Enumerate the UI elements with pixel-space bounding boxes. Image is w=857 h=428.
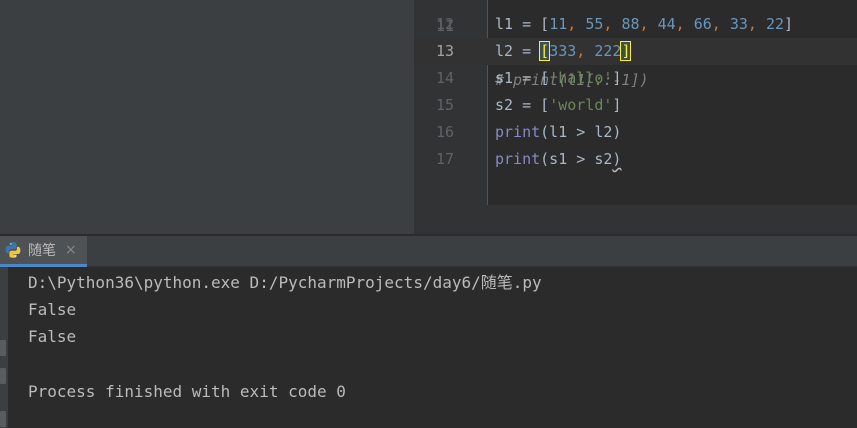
run-tab[interactable]: 随笔 × xyxy=(0,236,87,267)
code-token: l2 = xyxy=(495,42,541,60)
line-number: 14 xyxy=(435,69,454,87)
matched-bracket: ] xyxy=(620,41,632,61)
code-token: 55 xyxy=(585,15,604,33)
code-token: , xyxy=(639,15,658,33)
code-token: 66 xyxy=(693,15,712,33)
rerun-icon[interactable] xyxy=(0,340,6,356)
code-token: , xyxy=(576,42,595,60)
code-token: 88 xyxy=(621,15,640,33)
console-line: False xyxy=(28,300,77,319)
code-token: ) xyxy=(612,150,622,168)
code-token: 33 xyxy=(729,15,748,33)
run-toolbar xyxy=(0,267,8,428)
run-console[interactable]: D:\Python36\python.exe D:/PycharmProject… xyxy=(8,267,857,428)
code-token: print xyxy=(495,150,541,168)
run-tab-label: 随笔 xyxy=(28,243,56,259)
line-number: 13 xyxy=(435,42,454,60)
code-token: 222 xyxy=(594,42,622,60)
line-number: 17 xyxy=(435,150,454,168)
code-token: ] xyxy=(612,69,622,87)
code-text: s2 = ['world'] xyxy=(495,92,621,119)
code-token: , xyxy=(567,15,586,33)
code-token: , xyxy=(711,15,730,33)
code-token: 22 xyxy=(765,15,784,33)
console-line: D:\Python36\python.exe D:/PycharmProject… xyxy=(28,273,542,292)
code-token: ] xyxy=(784,15,794,33)
code-token: 333 xyxy=(549,42,577,60)
console-line: False xyxy=(28,327,77,346)
ide-window: 11 # print(l1[::-1]) 12 l1 = [11, 55, 88,… xyxy=(0,0,857,428)
code-text: print(l1 > l2) xyxy=(495,119,621,146)
line-number: 16 xyxy=(435,123,454,141)
code-line[interactable]: 17 print(s1 > s2) xyxy=(414,146,857,173)
code-line[interactable]: 16 print(l1 > l2) xyxy=(414,119,857,146)
code-text: s1 = ['hallo'] xyxy=(495,65,621,92)
code-token: , xyxy=(675,15,694,33)
editor-empty-area xyxy=(414,205,857,234)
print-icon[interactable] xyxy=(0,411,6,427)
code-token: 11 xyxy=(549,15,568,33)
code-token: 'world' xyxy=(549,96,613,114)
code-editor[interactable]: 11 # print(l1[::-1]) 12 l1 = [11, 55, 88,… xyxy=(414,0,857,234)
matched-bracket: [ xyxy=(539,41,551,61)
code-token: ] xyxy=(612,96,622,114)
code-token: (l1 > l2) xyxy=(540,123,622,141)
code-token: s1 = [ xyxy=(495,69,550,87)
console-line: Process finished with exit code 0 xyxy=(28,382,346,401)
code-token: l1 = [ xyxy=(495,15,550,33)
project-panel xyxy=(0,0,414,234)
run-tool-window-header: 随笔 × xyxy=(0,236,857,267)
code-line[interactable]: 15 s2 = ['world'] xyxy=(414,92,857,119)
code-token: print xyxy=(495,123,541,141)
code-token: 'hallo' xyxy=(549,69,613,87)
code-token: , xyxy=(747,15,766,33)
scroll-to-end-icon[interactable] xyxy=(0,368,6,384)
code-text: l2 = [333, 222] xyxy=(495,38,632,65)
code-text: l1 = [11, 55, 88, 44, 66, 33, 22] xyxy=(495,11,793,38)
close-icon[interactable]: × xyxy=(65,243,77,257)
code-line[interactable]: 12 l1 = [11, 55, 88, 44, 66, 33, 22] xyxy=(414,11,857,38)
code-token: s2 = [ xyxy=(495,96,550,114)
code-token: , xyxy=(603,15,622,33)
code-line[interactable]: 14 s1 = ['hallo'] xyxy=(414,65,857,92)
code-text: print(s1 > s2) xyxy=(495,146,621,173)
code-line[interactable]: 13 l2 = [333, 222] xyxy=(414,38,857,65)
code-token: (s1 > s2 xyxy=(540,150,613,168)
python-icon xyxy=(4,241,22,259)
code-token: 44 xyxy=(657,15,676,33)
line-number: 12 xyxy=(435,15,454,33)
line-number: 15 xyxy=(435,96,454,114)
